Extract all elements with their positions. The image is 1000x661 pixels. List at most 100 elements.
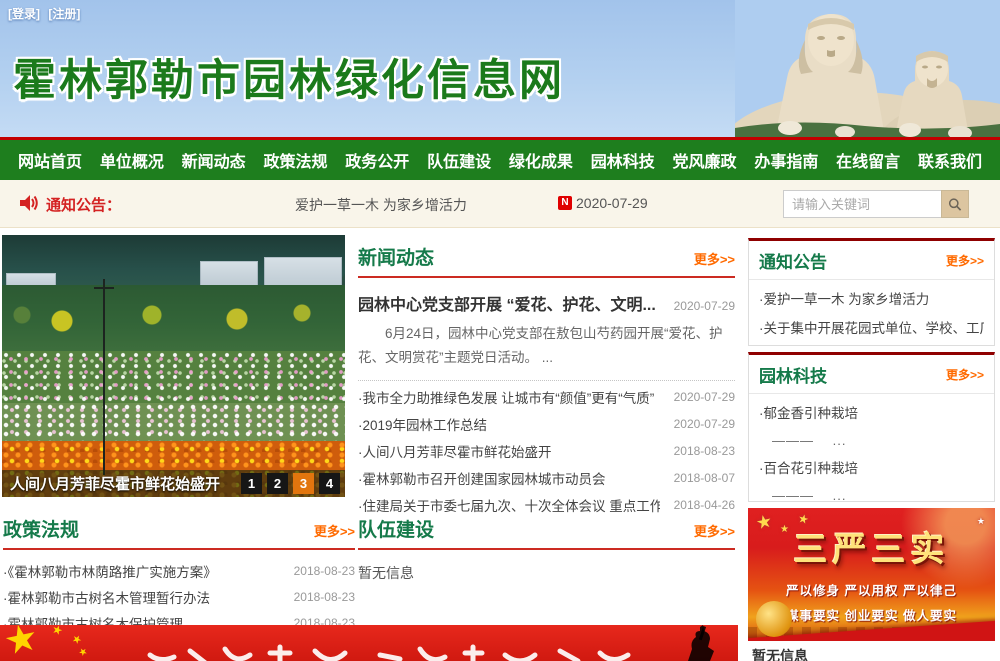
banner-slogan-line1: 严以修身 严以用权 严以律己	[748, 580, 995, 599]
featured-news-date: 2020-07-29	[674, 299, 735, 313]
team-section-title: 队伍建设	[358, 515, 434, 542]
nav-item-policy[interactable]: 政策法规	[263, 148, 327, 172]
slider-photo-flowerfield	[2, 351, 345, 403]
slider-caption[interactable]: 人间八月芳菲尽霍市鲜花始盛开	[10, 473, 220, 494]
search-button[interactable]	[941, 190, 969, 218]
slider-photo-pole	[103, 279, 105, 475]
news-item-link[interactable]: ·我市全力助推绿色发展 让城市有“颜值”更有“气质”	[358, 387, 654, 407]
speaker-icon	[18, 193, 40, 213]
policy-more-link[interactable]: 更多>>	[314, 521, 355, 540]
news-list: ·我市全力助推绿色发展 让城市有“颜值”更有“气质” 2020-07-29 ·2…	[358, 384, 735, 519]
auth-links: [登录] [注册]	[8, 5, 85, 22]
nav-item-contact[interactable]: 联系我们	[918, 148, 982, 172]
policy-item-link[interactable]: ·《霍林郭勒市林荫路推广实施方案》	[3, 561, 217, 581]
big-star-icon: ★	[0, 625, 42, 661]
nav-item-about[interactable]: 单位概况	[100, 148, 164, 172]
small-star-icon: ★	[50, 625, 65, 638]
news-list-item: ·人间八月芳菲尽霍市鲜花始盛开 2018-08-23	[358, 438, 735, 465]
team-section-header: 队伍建设 更多>>	[358, 515, 735, 550]
garden-tech-item-sub: ——— ...	[759, 483, 984, 509]
featured-news-title[interactable]: 园林中心党支部开展 “爱花、护花、文明...	[358, 291, 656, 315]
nav-item-party-conduct[interactable]: 党风廉政	[673, 148, 737, 172]
page-root: [登录] [注册] 霍林郭勒市园林绿化信息网	[0, 0, 1000, 661]
notice-ticker-bar: 通知公告： 爱护一草一木 为家乡增活力 N 2020-07-29	[0, 180, 1000, 228]
notice-box-more-link[interactable]: 更多>>	[946, 252, 984, 269]
nav-item-team[interactable]: 队伍建设	[427, 148, 491, 172]
slider-photo-pole-arm	[94, 287, 114, 289]
party-emblem-icon	[756, 601, 792, 637]
policy-section: 政策法规 更多>> ·《霍林郭勒市林荫路推广实施方案》 2018-08-23 ·…	[3, 515, 355, 636]
garden-tech-item-sub: ——— ...	[759, 428, 984, 454]
slider-page-2[interactable]: 2	[267, 473, 288, 494]
news-item-link[interactable]: ·住建局关于市委七届九次、十次全体会议 重点工作任...	[358, 495, 660, 515]
notice-box-header: 通知公告 更多>>	[749, 241, 994, 280]
three-stricts-banner[interactable]: ★ ★ ★ ★ 三严三实 严以修身 严以用权 严以律己 谋事要实 创业要实 做人…	[748, 508, 995, 641]
news-list-item: ·2019年园林工作总结 2020-07-29	[358, 411, 735, 438]
slider-photo-flowerfield	[2, 403, 345, 441]
team-building-section: 队伍建设 更多>> 暂无信息	[358, 515, 735, 583]
slider-page-3-active[interactable]: 3	[293, 473, 314, 494]
policy-list-item: ·霍林郭勒市古树名木管理暂行办法 2018-08-23	[3, 584, 355, 610]
nav-item-garden-tech[interactable]: 园林科技	[591, 148, 655, 172]
garden-tech-box: 园林科技 更多>> ·郁金香引种栽培 ——— ... ·百合花引种栽培 ——— …	[748, 352, 995, 502]
featured-news-summary: 6月24日，园林中心党支部在敖包山芍药园开展“爱花、护花、文明赏花”主题党日活动…	[358, 322, 735, 371]
search-icon	[948, 197, 962, 212]
news-more-link[interactable]: 更多>>	[694, 249, 735, 268]
news-item-link[interactable]: ·2019年园林工作总结	[358, 414, 487, 434]
team-more-link[interactable]: 更多>>	[694, 521, 735, 540]
featured-news-header: 园林中心党支部开展 “爱花、护花、文明... 2020-07-29	[358, 291, 735, 315]
dotted-divider	[358, 380, 735, 381]
garden-tech-more-link[interactable]: 更多>>	[946, 366, 984, 383]
notice-ticker-link[interactable]: 爱护一草一木 为家乡增活力	[295, 195, 467, 215]
nav-item-greening-results[interactable]: 绿化成果	[509, 148, 573, 172]
policy-section-header: 政策法规 更多>>	[3, 515, 355, 550]
soldier-statue-silhouette	[670, 625, 730, 661]
banner-title: 三严三实	[748, 522, 995, 571]
login-link[interactable]: [登录]	[8, 7, 40, 21]
slider-page-1[interactable]: 1	[241, 473, 262, 494]
notice-box-list: ·爱护一草一木 为家乡增活力 ·关于集中开展花园式单位、学校、工厂...	[749, 280, 994, 343]
main-navigation: 网站首页 单位概况 新闻动态 政策法规 政务公开 队伍建设 绿化成果 园林科技 …	[0, 140, 1000, 180]
news-list-item: ·我市全力助推绿色发展 让城市有“颜值”更有“气质” 2020-07-29	[358, 384, 735, 411]
notice-box-item[interactable]: ·爱护一草一木 为家乡增活力	[759, 285, 984, 314]
garden-tech-list: ·郁金香引种栽培 ——— ... ·百合花引种栽培 ——— ...	[749, 394, 994, 509]
garden-tech-item[interactable]: ·郁金香引种栽培	[759, 399, 984, 428]
photo-slider[interactable]: 人间八月芳菲尽霍市鲜花始盛开 1 2 3 4	[2, 235, 345, 497]
news-item-link[interactable]: ·霍林郭勒市召开创建国家园林城市动员会	[358, 468, 606, 488]
policy-item-date: 2018-08-23	[294, 590, 355, 604]
bottom-flag-banner[interactable]: ★ ★ ★ ★	[0, 625, 738, 661]
site-title: 霍林郭勒市园林绿化信息网	[13, 46, 565, 108]
nav-item-online-message[interactable]: 在线留言	[836, 148, 900, 172]
calligraphy-strokes	[130, 625, 670, 661]
news-item-date: 2018-08-07	[674, 471, 735, 485]
policy-item-link[interactable]: ·霍林郭勒市古树名木管理暂行办法	[3, 587, 210, 607]
notice-label: 通知公告：	[46, 194, 121, 215]
new-badge-icon: N	[558, 196, 572, 210]
genghis-khan-statues-image	[735, 0, 1000, 137]
garden-tech-box-header: 园林科技 更多>>	[749, 355, 994, 394]
nav-item-gov-affairs[interactable]: 政务公开	[345, 148, 409, 172]
notice-box: 通知公告 更多>> ·爱护一草一木 为家乡增活力 ·关于集中开展花园式单位、学校…	[748, 238, 995, 346]
nav-item-service-guide[interactable]: 办事指南	[754, 148, 818, 172]
policy-list-item: ·《霍林郭勒市林荫路推广实施方案》 2018-08-23	[3, 558, 355, 584]
site-header: [登录] [注册] 霍林郭勒市园林绿化信息网	[0, 0, 1000, 137]
news-section-title: 新闻动态	[358, 243, 434, 270]
news-item-date: 2018-08-23	[674, 444, 735, 458]
policy-section-title: 政策法规	[3, 515, 79, 542]
garden-tech-item[interactable]: ·百合花引种栽培	[759, 454, 984, 483]
news-item-date: 2018-04-26	[674, 498, 735, 512]
nav-item-news[interactable]: 新闻动态	[182, 148, 246, 172]
slider-pager: 1 2 3 4	[241, 473, 340, 494]
news-section: 新闻动态 更多>> 园林中心党支部开展 “爱花、护花、文明... 2020-07…	[358, 243, 735, 519]
slider-page-4[interactable]: 4	[319, 473, 340, 494]
nav-item-home[interactable]: 网站首页	[18, 148, 82, 172]
team-empty-message: 暂无信息	[358, 563, 735, 583]
search-input[interactable]	[783, 190, 941, 218]
notice-box-title: 通知公告	[759, 248, 827, 273]
policy-item-date: 2018-08-23	[294, 564, 355, 578]
garden-tech-box-title: 园林科技	[759, 362, 827, 387]
register-link[interactable]: [注册]	[48, 7, 80, 21]
notice-box-item[interactable]: ·关于集中开展花园式单位、学校、工厂...	[759, 314, 984, 343]
slider-photo-trees	[2, 285, 345, 351]
news-item-link[interactable]: ·人间八月芳菲尽霍市鲜花始盛开	[358, 441, 552, 461]
